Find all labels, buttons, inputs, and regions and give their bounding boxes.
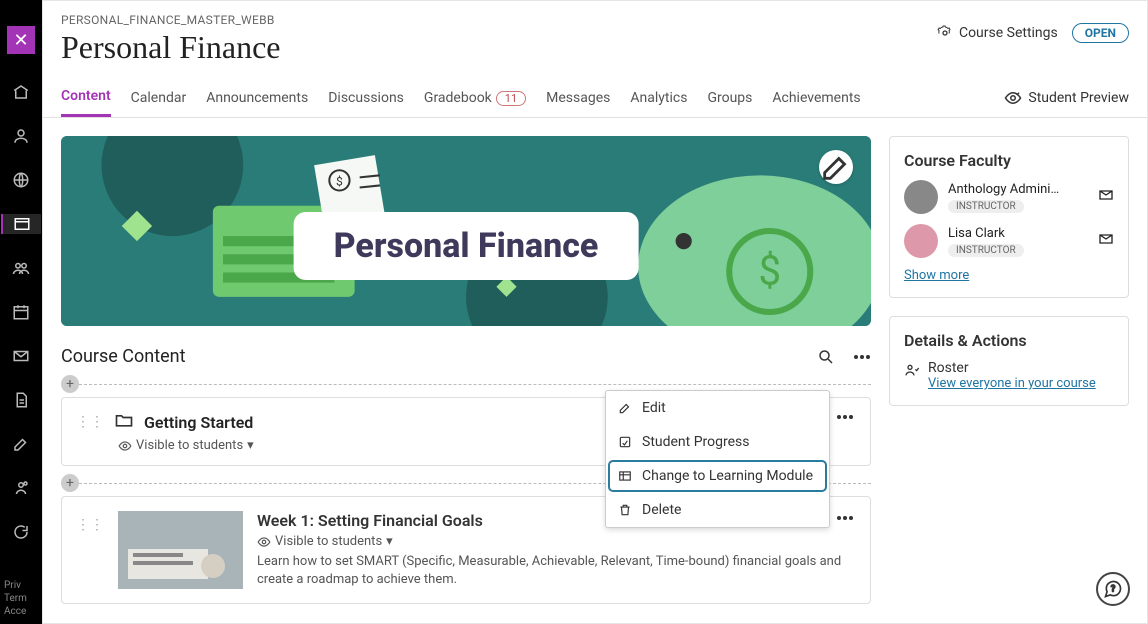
close-icon[interactable]: ✕	[7, 26, 35, 54]
item-more-button[interactable]	[832, 404, 858, 428]
svg-text:?: ?	[1111, 585, 1115, 595]
roster-icon	[904, 362, 920, 382]
admin-icon[interactable]	[1, 478, 41, 498]
edit-icon[interactable]	[1, 434, 41, 454]
edit-banner-button[interactable]	[819, 150, 853, 184]
eye-icon	[118, 439, 132, 453]
rail-footer: Priv Term Acce	[4, 579, 27, 618]
tab-groups[interactable]: Groups	[707, 90, 752, 116]
search-button[interactable]	[817, 348, 835, 366]
faculty-name: Anthology Adminis...	[948, 182, 1062, 197]
progress-icon	[618, 435, 632, 449]
svg-text:$: $	[336, 174, 343, 188]
tab-calendar[interactable]: Calendar	[131, 90, 187, 116]
item-thumbnail	[118, 511, 243, 589]
banner-title: Personal Finance	[294, 212, 639, 280]
tab-discussions[interactable]: Discussions	[328, 90, 404, 116]
faculty-name: Lisa Clark	[948, 226, 1024, 241]
role-badge: INSTRUCTOR	[948, 244, 1024, 257]
refresh-icon[interactable]	[1, 522, 41, 542]
section-title: Course Content	[61, 346, 186, 367]
avatar	[904, 224, 938, 258]
show-more-link[interactable]: Show more	[904, 268, 1114, 283]
profile-icon[interactable]	[1, 126, 41, 146]
pencil-icon	[618, 401, 632, 415]
drag-handle-icon[interactable]: ⋮⋮	[76, 414, 104, 430]
institution-icon[interactable]	[1, 82, 41, 102]
course-banner: $ $ Personal Finance	[61, 136, 871, 326]
item-more-button[interactable]	[832, 505, 858, 529]
messages-icon[interactable]	[1, 346, 41, 366]
menu-student-progress[interactable]: Student Progress	[606, 425, 829, 459]
add-item-button[interactable]: +	[61, 375, 79, 393]
add-item-button[interactable]: +	[61, 474, 79, 492]
content-item-getting-started: ⋮⋮ Getting Started Visible to students ▾	[61, 397, 871, 466]
module-icon	[618, 469, 632, 483]
tab-analytics[interactable]: Analytics	[630, 90, 687, 116]
item-description: Learn how to set SMART (Specific, Measur…	[257, 553, 856, 589]
faculty-panel: Course Faculty Anthology Adminis... INST…	[889, 136, 1129, 298]
gradebook-count: 11	[496, 91, 526, 106]
pencil-icon	[819, 150, 853, 184]
chevron-down-icon: ▾	[247, 438, 254, 453]
drag-handle-icon[interactable]: ⋮⋮	[76, 517, 104, 533]
chevron-down-icon: ▾	[386, 534, 393, 549]
avatar	[904, 180, 938, 214]
trash-icon	[618, 503, 632, 517]
main-panel: PERSONAL_FINANCE_MASTER_WEBB Personal Fi…	[42, 0, 1148, 624]
status-badge[interactable]: OPEN	[1072, 23, 1129, 43]
tab-announcements[interactable]: Announcements	[206, 90, 308, 116]
courses-icon[interactable]	[1, 214, 41, 234]
calendar-icon[interactable]	[1, 302, 41, 322]
message-faculty-button[interactable]	[1098, 187, 1114, 207]
globe-icon[interactable]	[1, 170, 41, 190]
help-button[interactable]: ?	[1096, 572, 1130, 606]
nav-rail: ✕ Priv Term Acce	[0, 0, 42, 624]
student-preview-button[interactable]: Student Preview	[1004, 89, 1129, 117]
menu-edit[interactable]: Edit	[606, 391, 829, 425]
menu-delete[interactable]: Delete	[606, 493, 829, 527]
tab-achievements[interactable]: Achievements	[772, 90, 860, 116]
eye-icon	[1004, 89, 1022, 107]
tab-gradebook[interactable]: Gradebook11	[424, 90, 526, 116]
tab-messages[interactable]: Messages	[546, 90, 610, 116]
details-title: Details & Actions	[904, 331, 1114, 350]
gear-icon	[937, 25, 953, 41]
faculty-row: Lisa Clark INSTRUCTOR	[904, 224, 1114, 258]
tab-content[interactable]: Content	[61, 88, 111, 117]
item-title[interactable]: Getting Started	[144, 413, 253, 432]
menu-change-learning-module[interactable]: Change to Learning Module	[610, 462, 825, 490]
svg-text:$: $	[758, 247, 781, 295]
more-icon	[853, 354, 871, 360]
roster-label: Roster	[928, 360, 1096, 376]
folder-icon	[114, 410, 134, 434]
faculty-title: Course Faculty	[904, 151, 1114, 170]
document-icon[interactable]	[1, 390, 41, 410]
details-panel: Details & Actions Roster View everyone i…	[889, 316, 1129, 406]
faculty-row: Anthology Adminis... INSTRUCTOR	[904, 180, 1114, 214]
section-more-button[interactable]	[853, 354, 871, 360]
roster-view-link[interactable]: View everyone in your course	[928, 376, 1096, 391]
search-icon	[817, 348, 835, 366]
course-tabs: Content Calendar Announcements Discussio…	[43, 88, 1147, 118]
help-icon: ?	[1103, 579, 1123, 599]
course-settings-link[interactable]: Course Settings	[937, 25, 1058, 41]
item-context-menu: Edit Student Progress Change to Learning…	[605, 390, 830, 528]
role-badge: INSTRUCTOR	[948, 200, 1024, 213]
message-faculty-button[interactable]	[1098, 231, 1114, 251]
eye-icon	[257, 535, 271, 549]
visibility-toggle[interactable]: Visible to students ▾	[257, 534, 856, 549]
groups-icon[interactable]	[1, 258, 41, 278]
